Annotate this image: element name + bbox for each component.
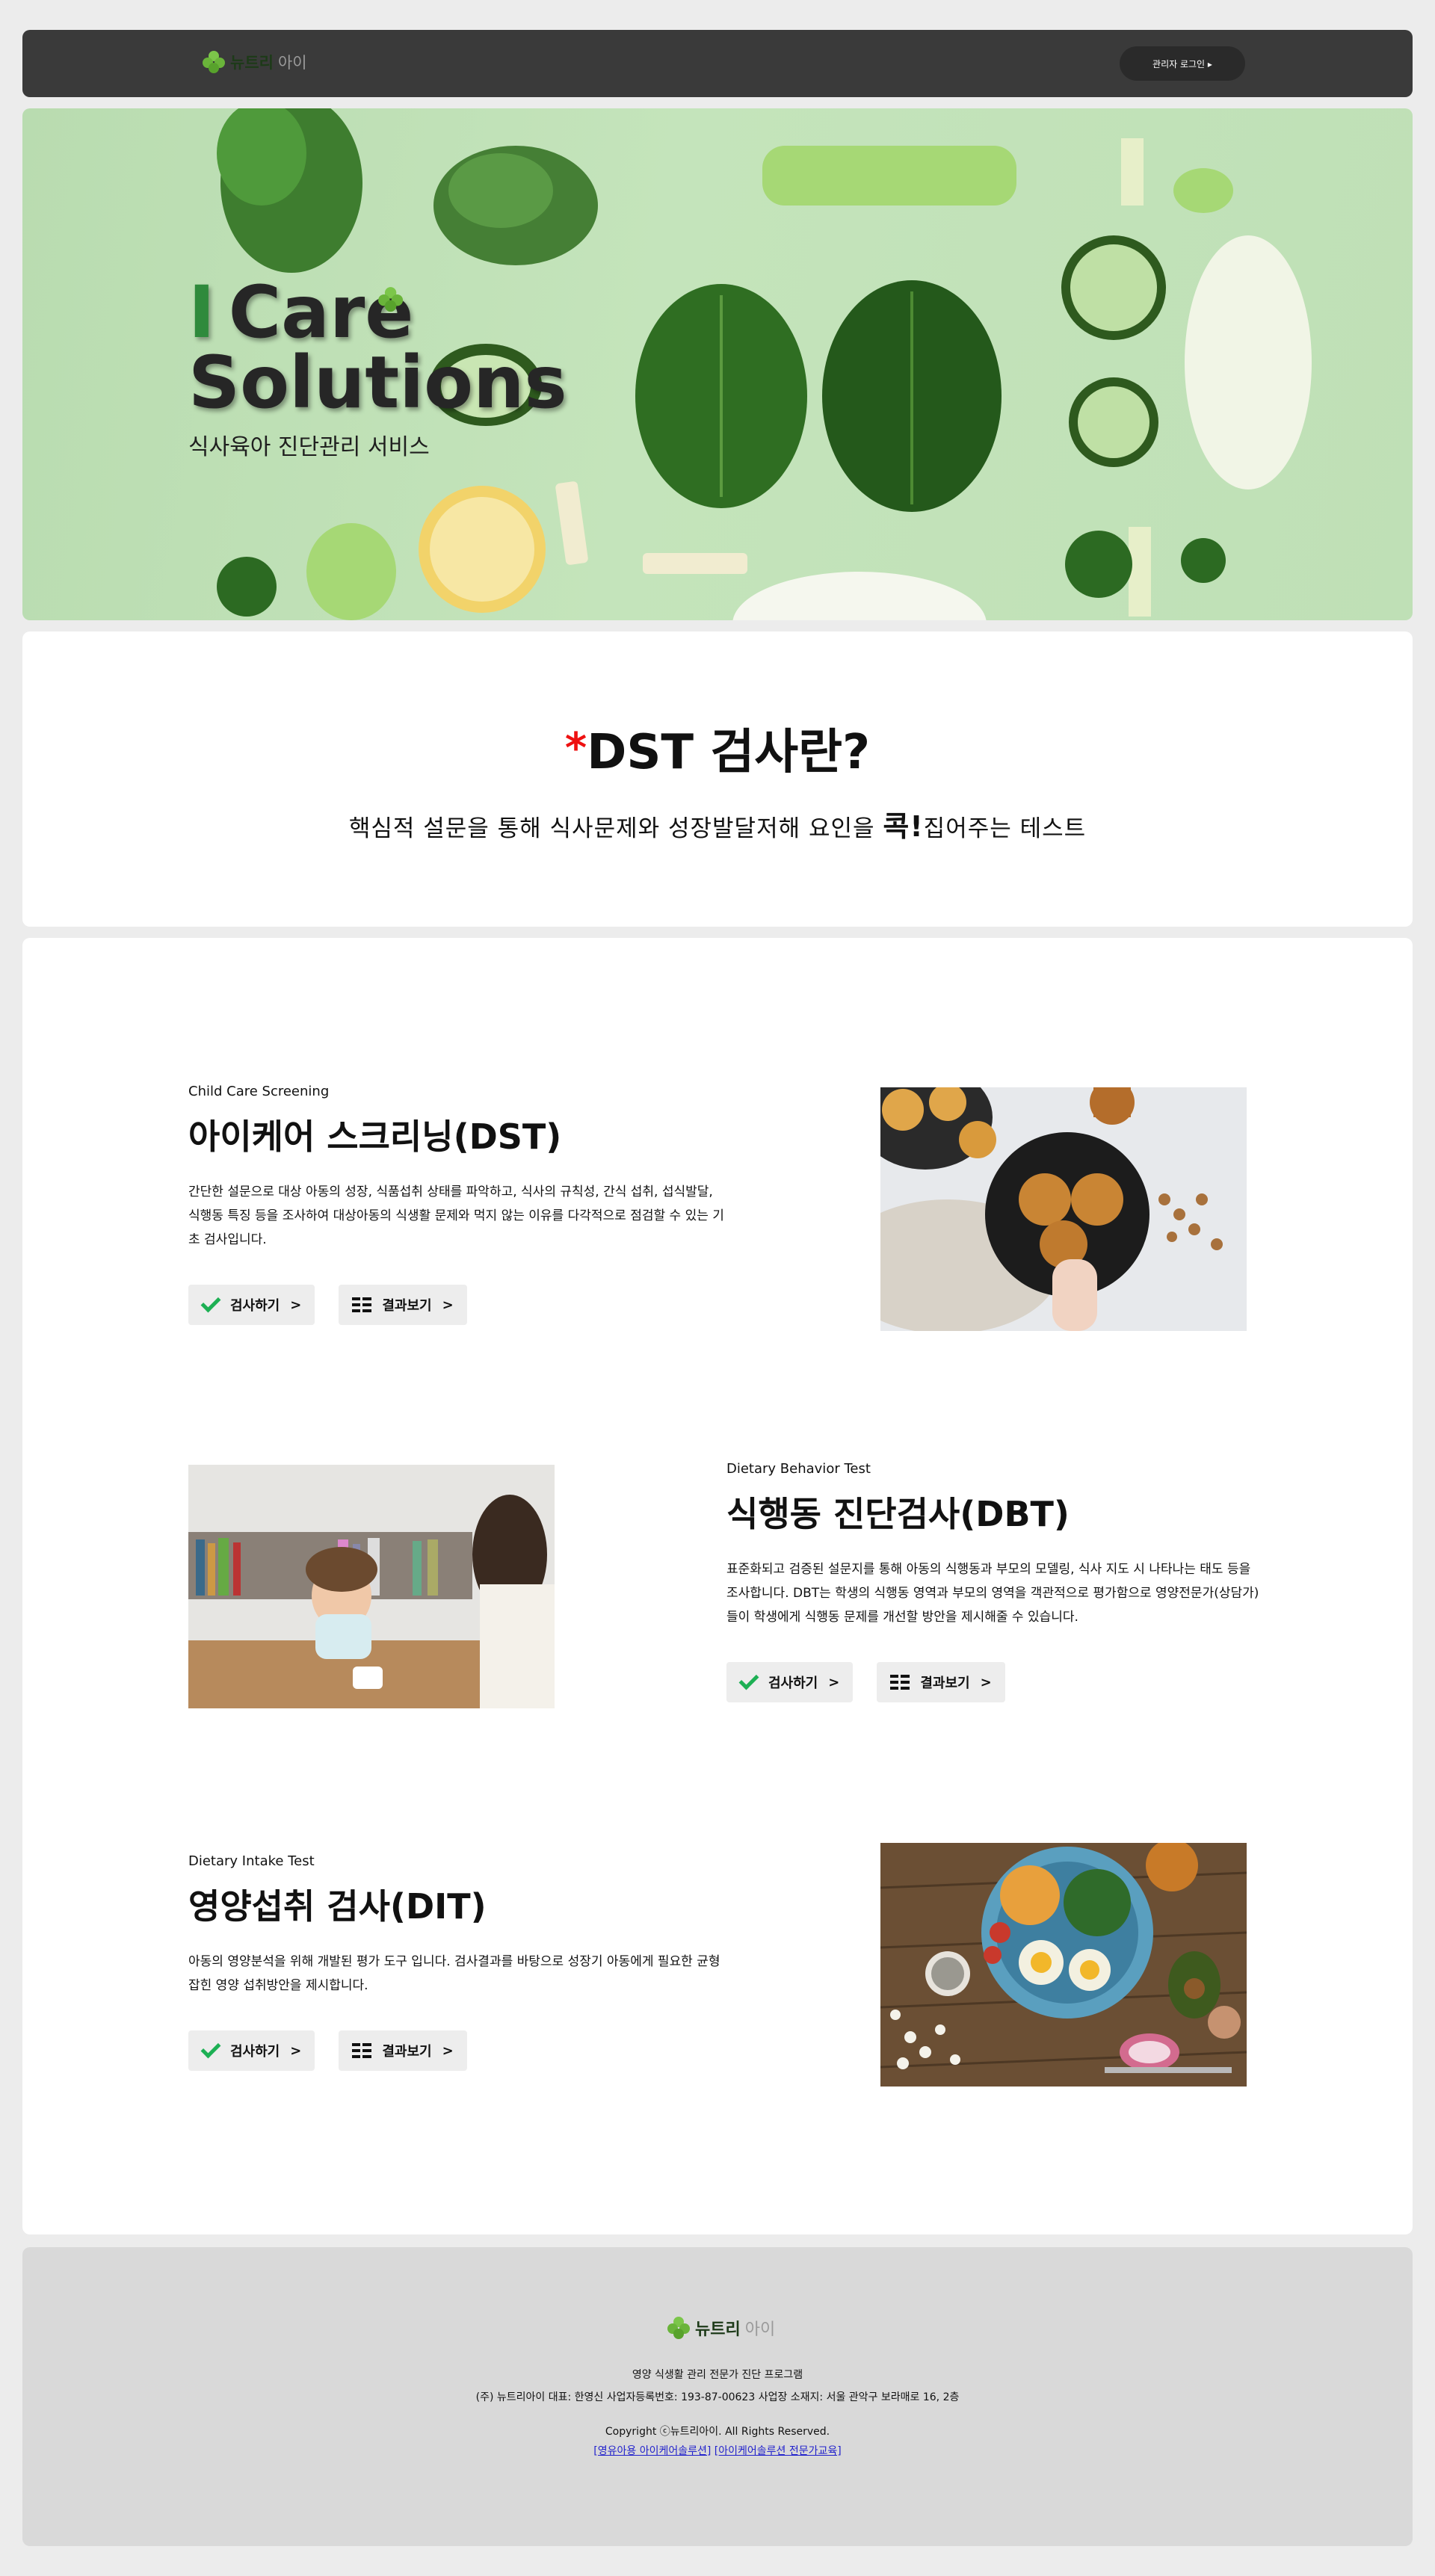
test-eng-title: Dietary Behavior Test (726, 1461, 871, 1477)
chevron-right-icon: > (442, 1297, 454, 1313)
footer-company-info: (주) 뉴트리아이 대표: 한영신 사업자등록번호: 193-87-00623 … (475, 2391, 960, 2403)
test-title: 식행동 진단검사(DBT) (726, 1494, 1070, 1534)
start-test-button[interactable]: 검사하기 > (726, 1662, 854, 1702)
btn-label: 결과보기 (382, 2044, 432, 2060)
logo-text-sub: 아이 (744, 2320, 776, 2339)
view-result-button[interactable]: 결과보기 > (339, 2030, 467, 2071)
logo-text-sub: 아이 (277, 54, 307, 72)
view-result-button[interactable]: 결과보기 > (877, 1662, 1005, 1702)
test-title: 아이케어 스크리닝(DST) (188, 1116, 562, 1157)
top-header: 뉴트리 아이 관리자 로그인 ▸ (22, 30, 1413, 97)
site-footer: 뉴트리 아이 영양 식생활 관리 전문가 진단 프로그램 (주) 뉴트리아이 대표… (22, 2247, 1413, 2546)
test-description: 아동의 영양분석을 위해 개발된 평가 도구 입니다. 검사결과를 바탕으로 성… (188, 1954, 720, 1993)
footer-logo[interactable]: 뉴트리 아이 (667, 2316, 775, 2340)
dst-intro-desc: 핵심적 설문을 통해 식사문제와 성장발달저해 요인을 콕!집어주는 테스트 (22, 803, 1413, 844)
clover-logo-icon (667, 2316, 691, 2340)
list-icon (890, 1675, 910, 1690)
list-icon (352, 1297, 372, 1312)
btn-label: 검사하기 (230, 1298, 280, 1314)
list-icon (352, 2043, 372, 2058)
view-result-button[interactable]: 결과보기 > (339, 1285, 467, 1325)
asterisk-mark: * (564, 724, 587, 773)
dst-intro-title-text: DST 검사란? (587, 725, 871, 780)
admin-login-button[interactable]: 관리자 로그인 ▸ (1120, 46, 1245, 81)
desc-bold: 콕! (883, 810, 924, 843)
check-icon (738, 1670, 759, 1690)
logo-text-main: 뉴트리 (230, 54, 274, 72)
test-eng-title: Child Care Screening (188, 1084, 330, 1099)
chevron-right-icon: > (290, 2042, 302, 2059)
footer-link-expert-training[interactable]: [아이케어솔루션 전문가교육] (715, 2445, 842, 2457)
hero-title-i: I (188, 271, 215, 354)
chevron-right-icon: > (828, 1674, 840, 1690)
test-description: 표준화되고 검증된 설문지를 통해 아동의 식행동과 부모의 모델링, 식사 지… (726, 1562, 1259, 1625)
dst-intro-section: *DST 검사란? 핵심적 설문을 통해 식사문제와 성장발달저해 요인을 콕!… (22, 631, 1413, 927)
test-title: 영양섭취 검사(DIT) (188, 1886, 487, 1927)
btn-label: 검사하기 (230, 2044, 280, 2060)
chevron-right-icon: > (980, 1674, 992, 1690)
healthy-bowl-photo (880, 1843, 1247, 2087)
btn-label: 결과보기 (920, 1675, 970, 1691)
site-logo[interactable]: 뉴트리 아이 (202, 50, 307, 74)
hero-subtitle: 식사육아 진단관리 서비스 (188, 434, 430, 460)
pastry-photo (880, 1087, 1247, 1331)
desc-part-1: 핵심적 설문을 통해 식사문제와 성장발달저해 요인을 (348, 815, 883, 842)
footer-links: [영유아용 아이케어솔루션] [아이케어솔루션 전문가교육] (22, 2443, 1413, 2458)
start-test-button[interactable]: 검사하기 > (188, 1285, 315, 1325)
test-eng-title: Dietary Intake Test (188, 1853, 315, 1869)
logo-text-main: 뉴트리 (695, 2320, 741, 2339)
test-card-dbt: Dietary Behavior Test 식행동 진단검사(DBT) 표준화되… (726, 1461, 1265, 1702)
hero-title: I Care Solutions (188, 277, 567, 418)
test-description: 간단한 설문으로 대상 아동의 성장, 식품섭취 상태를 파악하고, 식사의 규… (188, 1184, 724, 1247)
test-card-dit: Dietary Intake Test 영양섭취 검사(DIT) 아동의 영양분… (188, 1853, 726, 2071)
dst-intro-title: *DST 검사란? (22, 714, 1413, 782)
chevron-right-icon: > (290, 1297, 302, 1313)
chevron-right-icon: > (442, 2042, 454, 2059)
hero-title-solutions: Solutions (188, 341, 567, 424)
start-test-button[interactable]: 검사하기 > (188, 2030, 315, 2071)
child-feeding-photo (188, 1465, 555, 1708)
footer-tagline: 영양 식생활 관리 전문가 진단 프로그램 (632, 2369, 803, 2381)
check-icon (200, 1292, 221, 1313)
btn-label: 검사하기 (768, 1675, 818, 1691)
hero-title-care: Care (228, 271, 414, 354)
check-icon (200, 2038, 221, 2059)
btn-label: 결과보기 (382, 1298, 432, 1314)
footer-copyright: Copyright ⓒ뉴트리아이. All Rights Reserved. (605, 2426, 830, 2438)
tests-section: Child Care Screening 아이케어 스크리닝(DST) 간단한 … (22, 938, 1413, 2234)
footer-link-infant-solution[interactable]: [영유아용 아이케어솔루션] (593, 2445, 711, 2457)
clover-logo-icon (202, 50, 226, 74)
desc-part-2: 집어주는 테스트 (923, 815, 1087, 842)
hero-banner: I Care Solutions 식사육아 진단관리 서비스 (22, 108, 1413, 620)
test-card-dst: Child Care Screening 아이케어 스크리닝(DST) 간단한 … (188, 1084, 726, 1325)
